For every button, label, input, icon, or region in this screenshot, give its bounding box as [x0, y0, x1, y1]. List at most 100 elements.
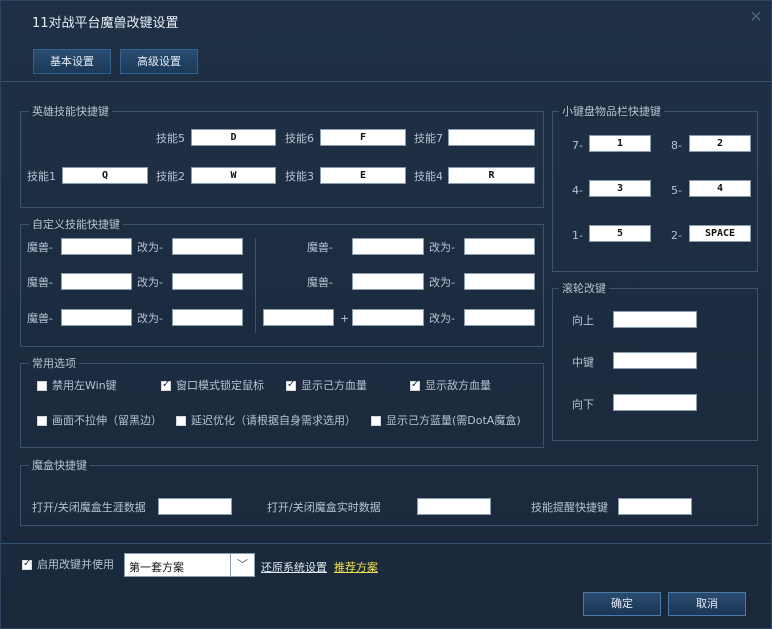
disable-left-win-checkbox[interactable] [37, 381, 47, 391]
numpad-5-input[interactable]: 4 [689, 180, 751, 197]
restore-system-link[interactable]: 还原系统设置 [261, 559, 327, 575]
wheel-middle-label: 中键 [572, 356, 594, 369]
warcraft-key-label: 魔兽- [27, 312, 53, 325]
warcraft-key-input[interactable] [61, 238, 132, 255]
change-to-input[interactable] [464, 309, 535, 326]
skill4-input[interactable]: R [448, 167, 535, 184]
numpad-title: 小键盘物品栏快捷键 [559, 105, 664, 118]
career-data-input[interactable] [158, 498, 232, 515]
no-stretch-checkbox[interactable] [37, 416, 47, 426]
close-icon[interactable]: ✕ [749, 9, 763, 25]
wheel-middle-input[interactable] [613, 352, 697, 369]
show-own-mana-label: 显示己方蓝量(需DotA魔盒) [386, 414, 521, 427]
tab-basic-settings[interactable]: 基本设置 [33, 49, 111, 74]
change-to-input[interactable] [172, 273, 243, 290]
combo-key-input-2[interactable] [352, 309, 424, 326]
skill3-input[interactable]: E [320, 167, 406, 184]
custom-skills-divider [255, 238, 256, 333]
no-stretch-label: 画面不拉伸（留黑边） [52, 414, 162, 427]
numpad-5-label: 5- [671, 184, 682, 197]
skill5-label: 技能5 [156, 132, 185, 145]
realtime-data-input[interactable] [417, 498, 491, 515]
show-own-mana-checkbox[interactable] [371, 416, 381, 426]
skill7-label: 技能7 [414, 132, 443, 145]
magic-box-title: 魔盒快捷键 [29, 459, 90, 472]
lock-mouse-checkbox[interactable] [161, 379, 171, 391]
career-data-label: 打开/关闭魔盒生涯数据 [32, 501, 146, 514]
wheel-down-label: 向下 [572, 398, 594, 411]
enable-remap-checkbox[interactable] [22, 558, 32, 570]
hero-skills-panel: 英雄技能快捷键 [20, 105, 544, 208]
change-to-input[interactable] [464, 273, 535, 290]
numpad-7-label: 7- [572, 139, 583, 152]
show-own-hp-label: 显示己方血量 [301, 379, 367, 392]
cancel-button[interactable]: 取消 [668, 592, 746, 616]
skill6-label: 技能6 [285, 132, 314, 145]
scheme-select-value: 第一套方案 [129, 561, 184, 574]
realtime-data-label: 打开/关闭魔盒实时数据 [267, 501, 381, 514]
options-title: 常用选项 [29, 357, 79, 370]
show-own-hp-checkbox[interactable] [286, 379, 296, 391]
change-to-label: 改为- [429, 241, 455, 254]
wheel-down-input[interactable] [613, 394, 697, 411]
change-to-label: 改为- [137, 276, 163, 289]
warcraft-key-label: 魔兽- [27, 276, 53, 289]
ok-button[interactable]: 确定 [583, 592, 661, 616]
latency-opt-label: 延迟优化（请根据自身需求选用） [191, 414, 356, 427]
bottom-divider [1, 543, 771, 544]
warcraft-key-label: 魔兽- [307, 276, 333, 289]
numpad-4-input[interactable]: 3 [589, 180, 651, 197]
change-to-label: 改为- [137, 312, 163, 325]
warcraft-key-label: 魔兽- [27, 241, 53, 254]
title-bar: 11对战平台魔兽改键设置 ✕ [1, 1, 771, 37]
wheel-up-label: 向上 [572, 314, 594, 327]
warcraft-key-input[interactable] [352, 238, 424, 255]
enable-remap-label: 启用改键并使用 [37, 558, 114, 571]
custom-skills-title: 自定义技能快捷键 [29, 218, 123, 231]
skill6-input[interactable]: F [320, 129, 406, 146]
skill2-input[interactable]: W [191, 167, 276, 184]
skill-reminder-input[interactable] [618, 498, 692, 515]
warcraft-key-input[interactable] [61, 309, 132, 326]
window-title: 11对战平台魔兽改键设置 [32, 16, 179, 31]
numpad-7-input[interactable]: 1 [589, 135, 651, 152]
combo-key-input[interactable] [263, 309, 334, 326]
recommended-scheme-link[interactable]: 推荐方案 [334, 559, 378, 575]
numpad-4-label: 4- [572, 184, 583, 197]
skill1-input[interactable]: Q [62, 167, 148, 184]
settings-window: 11对战平台魔兽改键设置 ✕ 基本设置 高级设置 英雄技能快捷键 技能5 D 技… [0, 0, 772, 629]
change-to-label: 改为- [137, 241, 163, 254]
plus-label: + [340, 312, 350, 325]
change-to-input[interactable] [464, 238, 535, 255]
show-enemy-hp-checkbox[interactable] [410, 379, 420, 391]
show-enemy-hp-label: 显示敌方血量 [425, 379, 491, 392]
latency-opt-checkbox[interactable] [176, 416, 186, 426]
tab-divider [1, 81, 771, 82]
skill5-input[interactable]: D [191, 129, 276, 146]
skill2-label: 技能2 [156, 170, 185, 183]
disable-left-win-label: 禁用左Win键 [52, 379, 117, 392]
numpad-8-label: 8- [671, 139, 682, 152]
change-to-input[interactable] [172, 309, 243, 326]
warcraft-key-input[interactable] [352, 273, 424, 290]
numpad-1-label: 1- [572, 229, 583, 242]
numpad-1-input[interactable]: 5 [589, 225, 651, 242]
change-to-label: 改为- [429, 312, 455, 325]
change-to-input[interactable] [172, 238, 243, 255]
chevron-down-icon[interactable]: ﹀ [230, 554, 254, 576]
warcraft-key-label: 魔兽- [307, 241, 333, 254]
skill3-label: 技能3 [285, 170, 314, 183]
wheel-title: 滚轮改键 [559, 282, 609, 295]
scheme-select[interactable]: 第一套方案 ﹀ [124, 553, 255, 577]
magic-box-panel: 魔盒快捷键 [20, 459, 758, 526]
skill-reminder-label: 技能提醒快捷键 [531, 501, 608, 514]
hero-skills-title: 英雄技能快捷键 [29, 105, 112, 118]
numpad-8-input[interactable]: 2 [689, 135, 751, 152]
warcraft-key-input[interactable] [61, 273, 132, 290]
wheel-up-input[interactable] [613, 311, 697, 328]
numpad-2-input[interactable]: SPACE [689, 225, 751, 242]
lock-mouse-label: 窗口模式锁定鼠标 [176, 379, 264, 392]
tab-advanced-settings[interactable]: 高级设置 [120, 49, 198, 74]
skill4-label: 技能4 [414, 170, 443, 183]
skill7-input[interactable] [448, 129, 535, 146]
